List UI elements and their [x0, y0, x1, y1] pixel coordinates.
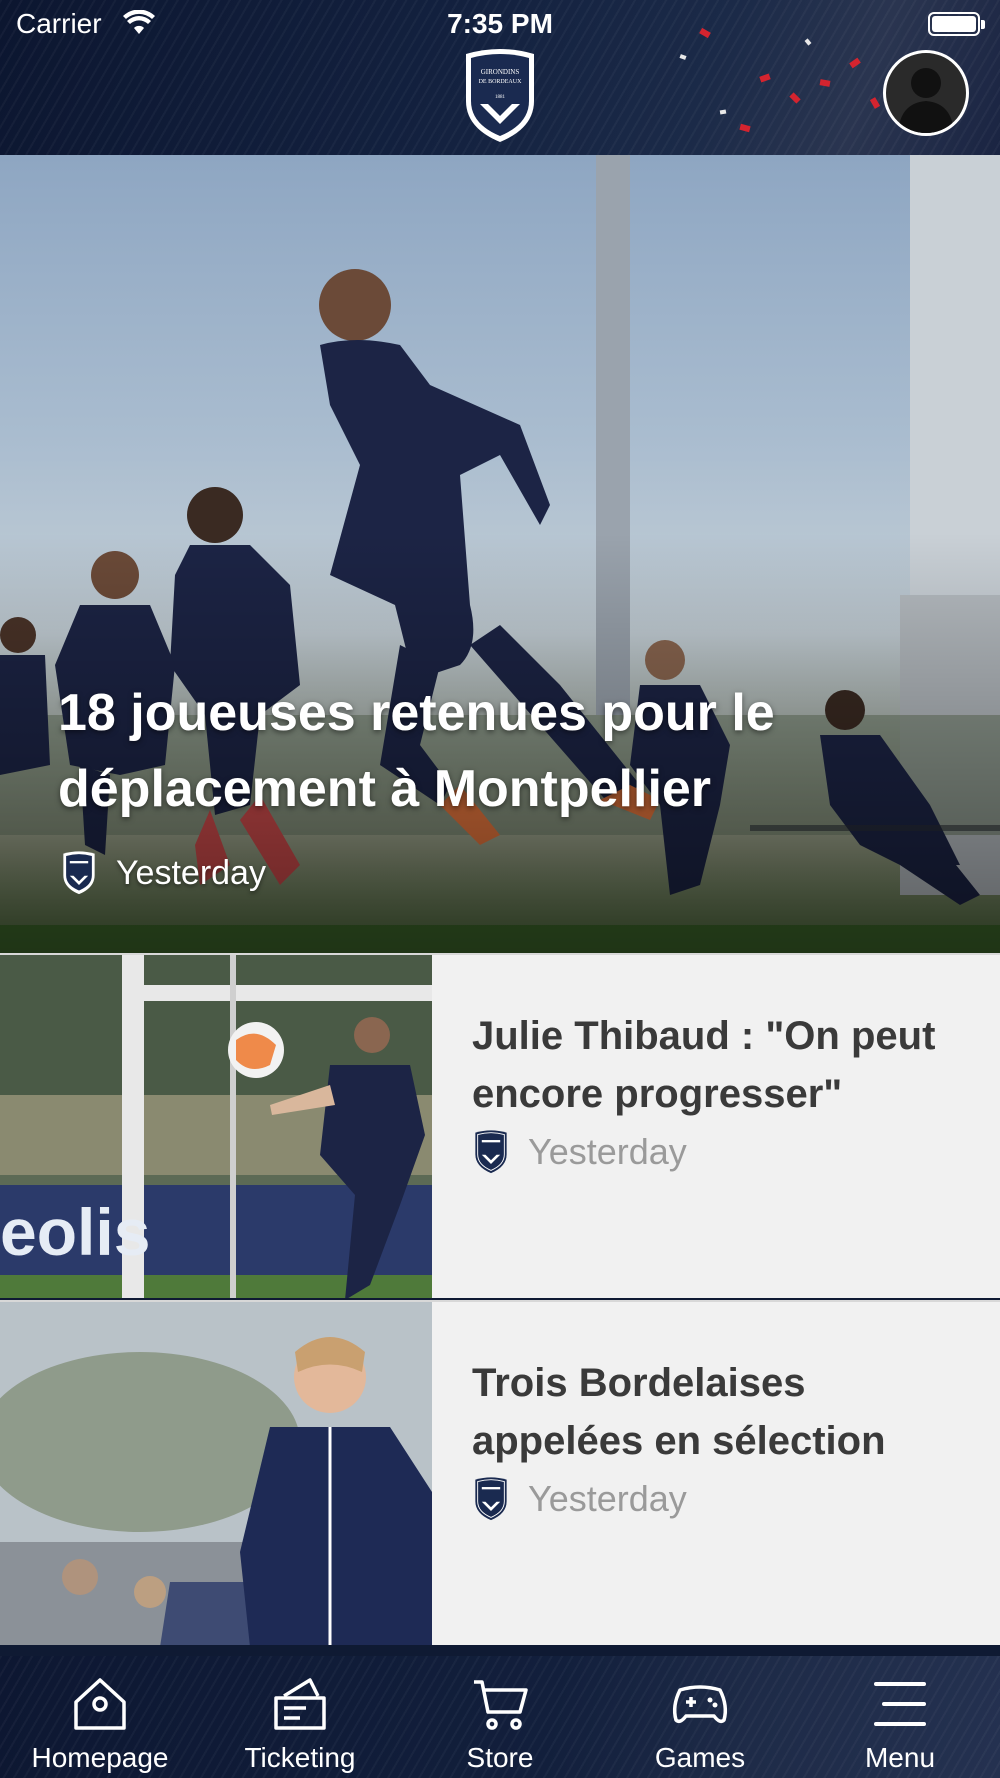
tab-label: Homepage	[31, 1742, 169, 1773]
crest-text-line: 1881	[495, 95, 506, 100]
ticket-icon	[274, 1678, 326, 1730]
tab-label: Games	[654, 1742, 746, 1773]
article-date: Yesterday	[528, 1478, 687, 1519]
article-title[interactable]: Trois Bordelaises appelées en sélection	[472, 1354, 972, 1470]
battery-icon	[928, 12, 985, 36]
home-icon	[74, 1678, 126, 1730]
tab-ticketing[interactable]: Ticketing	[200, 1656, 400, 1778]
user-silhouette-icon	[898, 68, 954, 133]
featured-article-date: Yesterday	[116, 853, 266, 892]
tab-homepage[interactable]: Homepage	[0, 1656, 200, 1778]
tab-label: Menu	[864, 1742, 936, 1773]
article-list-item[interactable]: Trois Bordelaises appelées en sélection …	[0, 1300, 1000, 1645]
tab-games[interactable]: Games	[600, 1656, 800, 1778]
club-crest-small-icon	[63, 851, 95, 895]
crest-text-line: DE BORDEAUX	[479, 79, 522, 85]
club-crest-small-icon	[475, 1130, 507, 1174]
article-thumbnail	[0, 1302, 432, 1645]
tab-store[interactable]: Store	[400, 1656, 600, 1778]
gamepad-icon	[672, 1685, 728, 1724]
bottom-tab-bar: Homepage Ticketing Store Games Menu	[0, 1656, 1000, 1778]
svg-text:eolis: eolis	[0, 1195, 150, 1269]
featured-article-title[interactable]: 18 joueuses retenues pour le déplacement…	[58, 675, 958, 827]
article-thumbnail: eolis	[0, 955, 432, 1298]
crest-text-line: GIRONDINS	[481, 68, 520, 76]
featured-article-meta: Yesterday	[60, 850, 266, 896]
user-avatar-button[interactable]	[883, 50, 969, 136]
clock: 7:35 PM	[447, 8, 553, 39]
article-date: Yesterday	[528, 1131, 687, 1172]
tab-label: Store	[466, 1742, 534, 1773]
article-content: Trois Bordelaises appelées en sélection …	[472, 1354, 972, 1522]
menu-icon	[874, 1682, 926, 1726]
club-crest-small-icon	[475, 1477, 507, 1521]
article-meta: Yesterday	[472, 1129, 972, 1175]
app-header: Carrier 7:35 PM GIRONDINS DE BORDEAUX 18…	[0, 0, 1000, 155]
featured-article-card[interactable]: 18 joueuses retenues pour le déplacement…	[0, 155, 1000, 953]
article-title[interactable]: Julie Thibaud : "On peut encore progress…	[472, 1007, 972, 1123]
tab-menu[interactable]: Menu	[800, 1656, 1000, 1778]
club-crest-logo[interactable]: GIRONDINS DE BORDEAUX 1881	[460, 46, 540, 146]
article-content: Julie Thibaud : "On peut encore progress…	[472, 1007, 972, 1175]
tab-label: Ticketing	[244, 1742, 356, 1773]
article-list-item[interactable]: eolis Julie Thibaud : "On peut encore pr…	[0, 953, 1000, 1298]
cart-icon	[474, 1680, 528, 1730]
article-meta: Yesterday	[472, 1476, 972, 1522]
